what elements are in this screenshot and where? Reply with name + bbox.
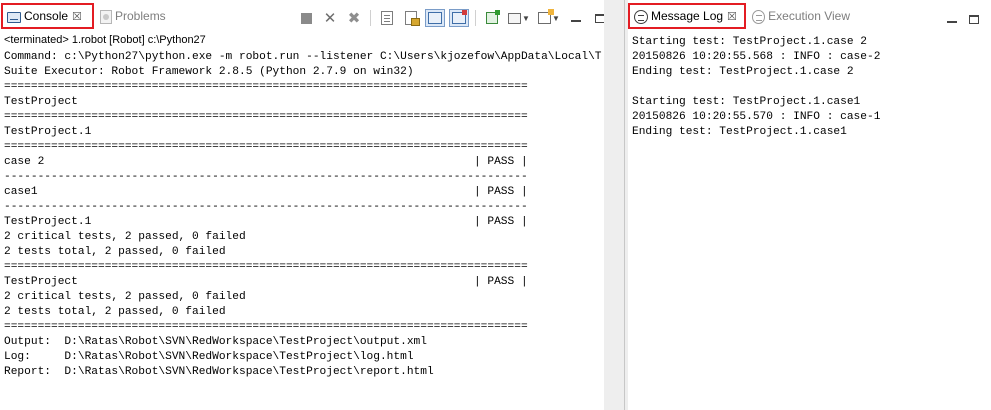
word-wrap-icon [428, 12, 442, 24]
tab-console-label: Console [24, 9, 69, 23]
message-log-tabbar: Message Log ☒ Execution View [628, 0, 991, 33]
tab-message-log-label: Message Log [651, 9, 724, 23]
close-icon[interactable]: ☒ [72, 10, 82, 23]
toolbar-separator [475, 10, 476, 26]
pin-console-button[interactable] [482, 9, 502, 27]
console-icon [7, 11, 21, 23]
scroll-lock-icon [405, 11, 420, 26]
chevron-down-icon: ▼ [522, 13, 530, 23]
message-log-view: Message Log ☒ Execution View Starting te… [628, 0, 991, 410]
console-status-line: <terminated> 1.robot [Robot] c:\Python27 [4, 34, 206, 46]
sash-line [624, 0, 625, 410]
tab-problems-label: Problems [115, 9, 166, 23]
message-log-icon [634, 9, 648, 24]
console-tabbar: Console ☒ Problems ✕ ✖ ▼ ▼ [0, 0, 605, 33]
remove-all-terminated-icon: ✖ [347, 9, 361, 27]
remove-all-terminated-button[interactable]: ✖ [344, 9, 364, 27]
remove-launch-icon: ✕ [323, 9, 337, 27]
stop-icon [300, 12, 312, 24]
minimize-button[interactable] [943, 10, 961, 28]
show-console-on-output-button[interactable] [449, 9, 469, 27]
console-view: Console ☒ Problems ✕ ✖ ▼ ▼ <terminated> … [0, 0, 605, 410]
view-sash[interactable] [604, 0, 628, 410]
open-console-button[interactable]: ▼ [536, 9, 562, 27]
execution-view-icon [752, 9, 766, 24]
terminate-button[interactable] [296, 9, 316, 27]
maximize-icon [969, 14, 979, 24]
message-log-output[interactable]: Starting test: TestProject.1.case 2 2015… [632, 35, 880, 140]
pin-console-icon [486, 10, 500, 24]
scroll-lock-button[interactable] [401, 9, 421, 27]
tab-problems[interactable]: Problems [96, 3, 176, 29]
tab-message-log[interactable]: Message Log ☒ [628, 3, 746, 29]
display-selected-console-button[interactable]: ▼ [506, 9, 532, 27]
show-console-on-output-icon [452, 10, 467, 24]
word-wrap-button[interactable] [425, 9, 445, 27]
console-output[interactable]: Command: c:\Python27\python.exe -m robot… [4, 50, 602, 380]
minimize-icon [571, 20, 581, 22]
clear-console-button[interactable] [377, 9, 397, 27]
minimize-icon [947, 21, 957, 23]
display-selected-console-icon [508, 12, 522, 24]
message-log-toolbar [943, 10, 987, 28]
toolbar-separator [370, 10, 371, 26]
minimize-button[interactable] [566, 9, 586, 27]
open-console-icon [538, 9, 555, 24]
maximize-button[interactable] [965, 10, 983, 28]
tab-execution-view-label: Execution View [768, 9, 850, 23]
close-icon[interactable]: ☒ [727, 10, 737, 23]
tab-execution-view[interactable]: Execution View [748, 3, 858, 29]
remove-launch-button[interactable]: ✕ [320, 9, 340, 27]
console-toolbar: ✕ ✖ ▼ ▼ [296, 8, 614, 28]
clear-console-icon [381, 11, 393, 25]
tab-console[interactable]: Console ☒ [1, 3, 94, 29]
problems-icon [100, 9, 112, 24]
